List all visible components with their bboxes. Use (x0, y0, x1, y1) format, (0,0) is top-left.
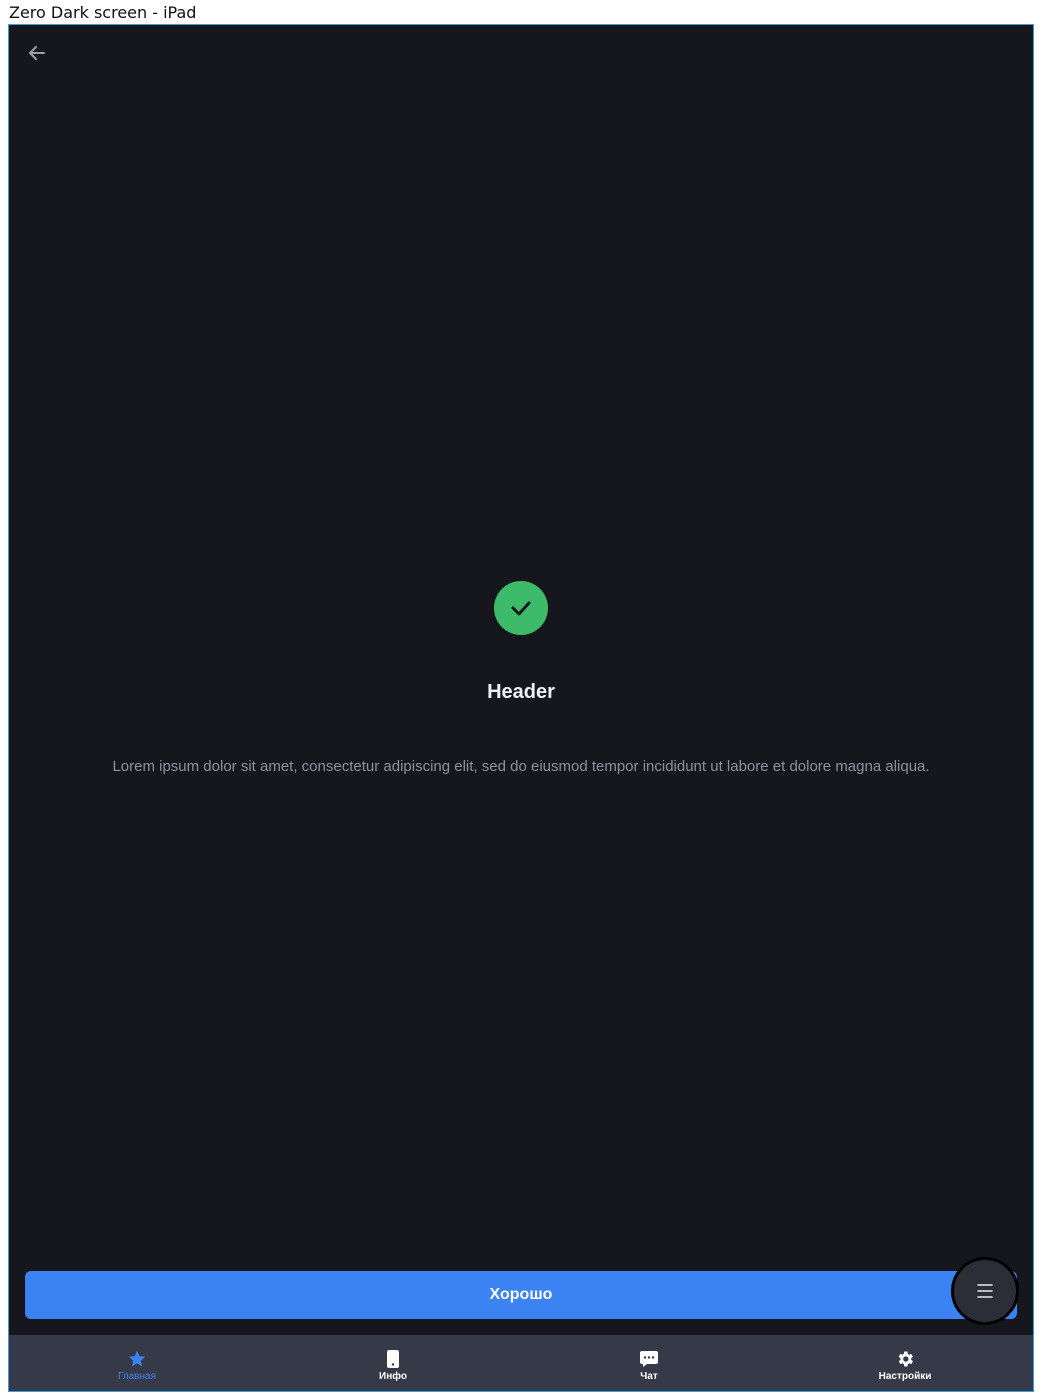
tab-info[interactable]: Инфо (265, 1335, 521, 1391)
tab-label: Инфо (379, 1370, 407, 1382)
tab-label: Главная (117, 1370, 157, 1382)
check-circle-icon (494, 581, 548, 635)
gear-icon (898, 1351, 913, 1366)
star-icon (128, 1350, 146, 1366)
chat-icon (640, 1350, 658, 1367)
back-button[interactable] (23, 39, 51, 67)
ok-button[interactable]: Хорошо (25, 1271, 1017, 1319)
check-icon (511, 601, 531, 616)
tab-label: Настройки (878, 1370, 932, 1382)
tab-chat[interactable]: Чат (521, 1335, 777, 1391)
tab-settings[interactable]: Настройки (777, 1335, 1033, 1391)
menu-icon (977, 1284, 993, 1298)
tab-home[interactable]: Главная (9, 1335, 265, 1391)
arrow-left-icon (29, 46, 45, 60)
description-text: Lorem ipsum dolor sit amet, consectetur … (112, 758, 930, 775)
bottom-tab-bar: Главная Инфо Чат Настройки (9, 1335, 1033, 1391)
window-title: Zero Dark screen - iPad (9, 3, 197, 22)
page-title: Header (487, 681, 555, 703)
result-content: Header Lorem ipsum dolor sit amet, conse… (9, 581, 1033, 777)
menu-fab-button[interactable] (951, 1257, 1019, 1325)
tab-label: Чат (640, 1370, 658, 1382)
phone-icon (387, 1349, 399, 1368)
ipad-screen: Header Lorem ipsum dolor sit amet, conse… (8, 24, 1034, 1392)
